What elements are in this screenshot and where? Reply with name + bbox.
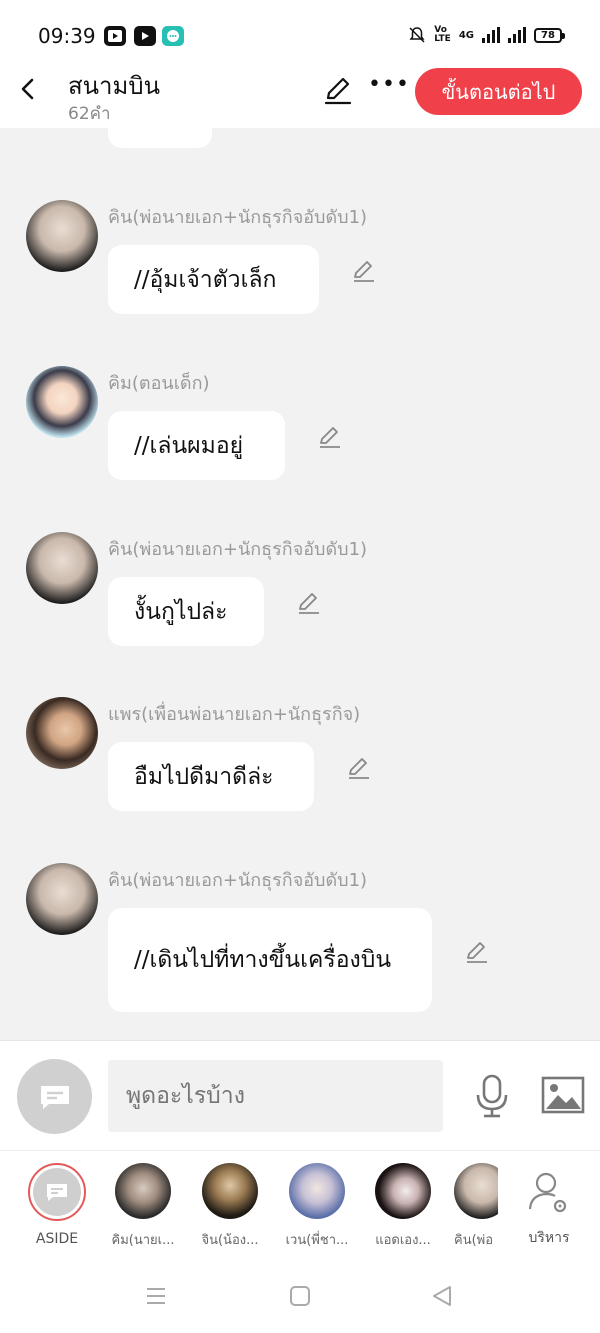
back-icon[interactable] [430, 1284, 454, 1308]
avatar [202, 1163, 258, 1219]
user-settings-icon [528, 1172, 567, 1213]
sender-name: คิม(ตอนเด็ก) [108, 373, 210, 394]
network-type: 4G [458, 29, 474, 41]
avatar[interactable] [26, 697, 98, 769]
status-time: 09:39 [38, 24, 96, 48]
avatar[interactable] [26, 366, 98, 438]
character-item[interactable]: คิน(พ่อ [454, 1163, 498, 1250]
pencil-icon[interactable] [346, 755, 372, 781]
microphone-icon[interactable] [472, 1073, 512, 1119]
character-aside[interactable]: ASIDE [21, 1163, 93, 1247]
message-bubble[interactable]: //เดินไปที่ทางขึ้นเครื่องบิน [108, 908, 432, 1012]
next-step-button[interactable]: ขั้นตอนต่อไป [415, 68, 582, 115]
aside-toggle-button[interactable] [17, 1059, 92, 1134]
character-label: คิน(พ่อ [454, 1233, 494, 1248]
message-bubble[interactable]: //อุ้มเจ้าตัวเล็ก [108, 245, 319, 314]
sender-name: คิน(พ่อนายเอก+นักธุรกิจอับดับ1) [108, 539, 368, 560]
character-item[interactable]: เวน(พี่ชา... [281, 1163, 353, 1250]
menu-icon[interactable] [144, 1284, 168, 1308]
aside-avatar [28, 1163, 86, 1221]
message-bubble[interactable]: งั้นกูไปล่ะ [108, 577, 264, 646]
status-indicators: Vo LTE 4G 78 [408, 25, 565, 44]
avatar[interactable] [26, 863, 98, 935]
image-icon[interactable] [541, 1075, 585, 1115]
character-label: ASIDE [35, 1231, 79, 1247]
system-nav-bar [0, 1250, 600, 1333]
character-label: บริหาร [528, 1230, 570, 1246]
chevron-left-icon[interactable] [14, 74, 44, 104]
pencil-icon[interactable] [351, 258, 377, 284]
avatar [454, 1163, 498, 1219]
avatar [289, 1163, 345, 1219]
character-label: เวน(พี่ชา... [285, 1233, 349, 1248]
volte-icon: Vo LTE [434, 25, 451, 44]
message-input[interactable] [108, 1060, 443, 1132]
chat-app-icon [162, 26, 184, 46]
word-count: 62คำ [68, 104, 111, 124]
message-icon [47, 1184, 67, 1201]
chat-area[interactable]: คิน(พ่อนายเอก+นักธุรกิจอับดับ1) //อุ้มเจ… [0, 128, 600, 1040]
chat-header: สนามบิน 62คำ ••• ขั้นตอนต่อไป [0, 60, 600, 128]
home-icon[interactable] [288, 1284, 312, 1308]
character-item[interactable]: จิน(น้อง... [194, 1163, 266, 1250]
avatar [115, 1163, 171, 1219]
message-bubble-partial [108, 128, 212, 148]
character-selector: ASIDE คิม(นายเ... จิน(น้อง... เวน(พี่ชา.… [0, 1150, 600, 1250]
battery-icon: 78 [534, 27, 565, 43]
avatar[interactable] [26, 200, 98, 272]
sender-name: คิน(พ่อนายเอก+นักธุรกิจอับดับ1) [108, 870, 368, 891]
signal-icon-2 [508, 27, 526, 43]
pencil-icon[interactable] [296, 590, 322, 616]
avatar[interactable] [26, 532, 98, 604]
character-label: คิม(นายเ... [111, 1233, 175, 1248]
status-bar: 09:39 Vo LTE 4G 78 [0, 0, 600, 60]
character-label: แอดเอง... [375, 1233, 431, 1248]
youtube-icon [134, 26, 156, 46]
screen-recorder-icon [104, 26, 126, 46]
avatar [375, 1163, 431, 1219]
message-bubble[interactable]: อืมไปดีมาดีล่ะ [108, 742, 314, 811]
mute-bell-icon [409, 27, 425, 43]
message-icon [40, 1085, 69, 1109]
signal-icon [482, 27, 500, 43]
message-bubble[interactable]: //เล่นผมอยู่ [108, 411, 285, 480]
pencil-icon[interactable] [317, 424, 343, 450]
character-item[interactable]: แอดเอง... [367, 1163, 439, 1250]
manage-characters-button[interactable]: บริหาร [513, 1163, 585, 1249]
message-input-bar [0, 1040, 600, 1150]
character-label: จิน(น้อง... [201, 1233, 259, 1248]
more-horizontal-icon[interactable]: ••• [368, 74, 409, 104]
pencil-icon[interactable] [322, 74, 354, 106]
sender-name: คิน(พ่อนายเอก+นักธุรกิจอับดับ1) [108, 207, 368, 228]
character-item[interactable]: คิม(นายเ... [107, 1163, 179, 1250]
pencil-icon[interactable] [464, 939, 490, 965]
sender-name: แพร(เพื่อนพ่อนายเอก+นักธุรกิจ) [108, 704, 361, 725]
